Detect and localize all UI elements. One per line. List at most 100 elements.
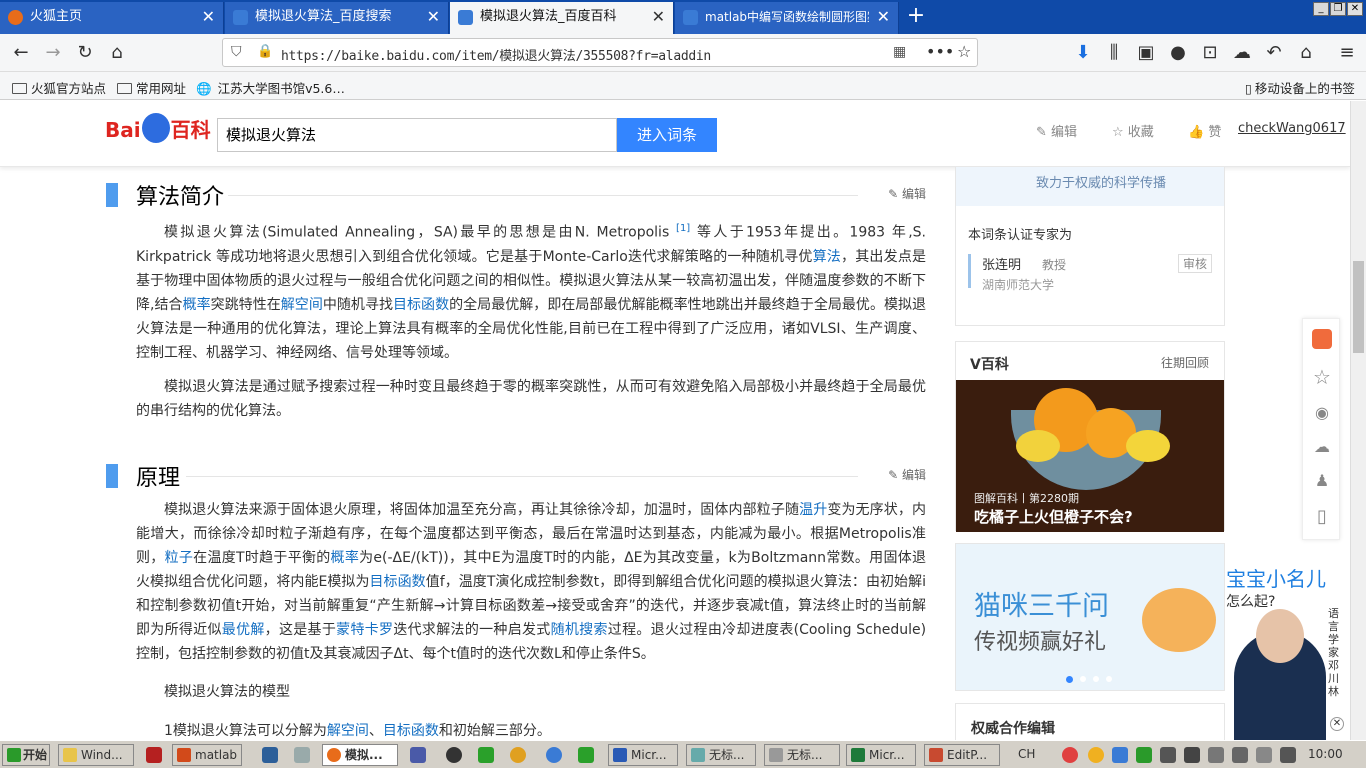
favorite-link[interactable]: ☆ 收藏 [1112,121,1154,140]
tab-firefox-home[interactable]: 火狐主页 ✕ [0,2,224,34]
star-icon[interactable]: ☆ [1312,367,1332,387]
link-probability[interactable]: 概率 [331,550,360,566]
quicklaunch-icon[interactable] [410,747,426,763]
link-objective-function[interactable]: 目标函数 [383,723,439,739]
close-tab-icon[interactable]: ✕ [652,2,665,32]
tray-icon[interactable] [1062,747,1078,763]
volume-icon[interactable] [1184,747,1200,763]
taskbar-item-excel[interactable]: Micr... [846,744,916,766]
section-edit-link[interactable]: ✎ 编辑 [888,466,926,483]
chat-icon[interactable]: ☁ [1229,40,1255,66]
tab-baidu-baike[interactable]: 模拟退火算法_百度百科 ✕ [450,2,674,34]
reload-icon[interactable]: ↻ [72,40,98,66]
back-arrow-icon[interactable]: ← [8,40,34,66]
tray-icon[interactable] [1208,747,1224,763]
tray-icon[interactable] [1280,747,1296,763]
library-icon[interactable]: ⫼ [1101,40,1127,66]
tray-icon[interactable] [1160,747,1176,763]
carousel-dot[interactable] [1106,676,1112,682]
minimize-button[interactable]: _ [1313,2,1329,16]
tray-icon[interactable] [1232,747,1248,763]
edit-link[interactable]: ✎ 编辑 [1036,121,1077,140]
quicklaunch-icon[interactable] [478,747,494,763]
mobile-icon[interactable]: ▯ [1312,507,1332,527]
url-text[interactable]: https://baike.baidu.com/item/模拟退火算法/3555… [281,45,711,64]
tray-icon[interactable] [1136,747,1152,763]
bookmark-library[interactable]: 🌐 江苏大学图书馆v5.6… [196,78,345,97]
close-tab-icon[interactable]: ✕ [427,2,440,32]
vertical-scrollbar[interactable] [1350,101,1366,740]
restore-button[interactable]: ❐ [1330,2,1346,16]
taskbar-item-untitled-2[interactable]: 无标... [764,744,840,766]
carousel-dot[interactable] [1080,676,1086,682]
menu-icon[interactable]: ≡ [1334,40,1360,66]
close-window-button[interactable]: ✕ [1347,2,1363,16]
tray-icon[interactable] [1088,747,1104,763]
citation-link[interactable]: [1] [676,223,690,234]
account-icon[interactable]: ● [1165,40,1191,66]
bookmark-mobile[interactable]: ▯ 移动设备上的书签 [1245,78,1355,97]
scrollbar-thumb[interactable] [1353,261,1364,353]
link-objective-function[interactable]: 目标函数 [370,574,426,590]
quicklaunch-icon[interactable] [294,747,310,763]
gift-icon[interactable] [1312,329,1332,349]
home-icon[interactable]: ⌂ [104,40,130,66]
taskbar-item-word[interactable]: Micr... [608,744,678,766]
tab-matlab[interactable]: matlab中编写函数绘制圆形图案 ✕ [675,2,899,34]
taskbar-item-firefox[interactable]: 模拟... [322,744,398,766]
url-bar[interactable]: ⛉ 🔒 https://baike.baidu.com/item/模拟退火算法/… [222,38,978,67]
download-icon[interactable]: ⬇ [1070,40,1096,66]
weibo-icon[interactable]: ◉ [1312,403,1332,423]
section-edit-link[interactable]: ✎ 编辑 [888,185,926,202]
link-probability[interactable]: 概率 [183,297,211,313]
quicklaunch-icon[interactable] [446,747,462,763]
link-algorithm[interactable]: 算法 [813,249,841,265]
start-button[interactable]: 开始 [2,744,50,766]
quicklaunch-icon[interactable] [546,747,562,763]
like-link[interactable]: 👍 赞 [1188,121,1221,140]
close-tab-icon[interactable]: ✕ [202,2,215,32]
link-particle[interactable]: 粒子 [165,550,194,566]
tray-icon[interactable] [1112,747,1128,763]
taskbar-item-matlab[interactable]: matlab [172,744,242,766]
user-link[interactable]: checkWang0617 [1238,121,1346,136]
star-icon[interactable]: ☆ [957,42,971,61]
close-tab-icon[interactable]: ✕ [877,2,890,32]
bookmark-firefox-official[interactable]: 火狐官方站点 [12,78,106,97]
quicklaunch-icon[interactable] [262,747,278,763]
qr-code-icon[interactable]: ▦ [893,44,906,60]
new-tab-button[interactable]: + [904,2,928,32]
popup-ad[interactable]: 宝宝小名儿 怎么起? 语言学家邓川林 ✕ [1224,559,1350,740]
carousel-dot-active[interactable] [1066,676,1073,683]
extension-icon[interactable]: ⌂ [1293,40,1319,66]
search-input[interactable]: 模拟退火算法 [217,118,617,152]
undo-icon[interactable]: ↶ [1261,40,1287,66]
link-temperature-rise[interactable]: 温升 [799,502,827,518]
link-optimal-solution[interactable]: 最优解 [222,622,265,638]
vbaike-video-thumbnail[interactable]: 图解百科丨第2280期 吃橘子上火但橙子不会? [956,380,1224,532]
qq-icon[interactable]: ♟ [1312,471,1332,491]
shield-icon[interactable]: ⛉ [231,44,242,60]
tray-icon[interactable] [1256,747,1272,763]
screenshot-icon[interactable]: ⊡ [1197,40,1223,66]
taskbar-item-explorer[interactable]: Wind... [58,744,134,766]
player-icon[interactable] [578,747,594,763]
lock-icon[interactable]: 🔒 [257,44,273,59]
vbaike-archive-link[interactable]: 往期回顾 [1161,354,1209,371]
chrome-icon[interactable] [510,747,526,763]
link-solution-space[interactable]: 解空间 [281,297,323,313]
bookmark-common-sites[interactable]: 常用网址 [117,78,186,97]
tab-baidu-search[interactable]: 模拟退火算法_百度搜索 ✕ [225,2,449,34]
forward-arrow-icon[interactable]: → [40,40,66,66]
close-popup-icon[interactable]: ✕ [1330,717,1344,731]
taskbar-item-untitled-1[interactable]: 无标... [686,744,756,766]
taskbar-item-editplus[interactable]: EditP... [924,744,1000,766]
quicklaunch-icon[interactable] [146,747,162,763]
wechat-icon[interactable]: ☁ [1312,437,1332,457]
sidebar-icon[interactable]: ▣ [1133,40,1159,66]
enter-entry-button[interactable]: 进入词条 [617,118,717,152]
ad-card[interactable]: 猫咪三千问 传视频赢好礼 [955,543,1225,691]
link-random-search[interactable]: 随机搜索 [551,622,608,638]
expert-name[interactable]: 张连明 [982,254,1021,273]
carousel-dot[interactable] [1093,676,1099,682]
